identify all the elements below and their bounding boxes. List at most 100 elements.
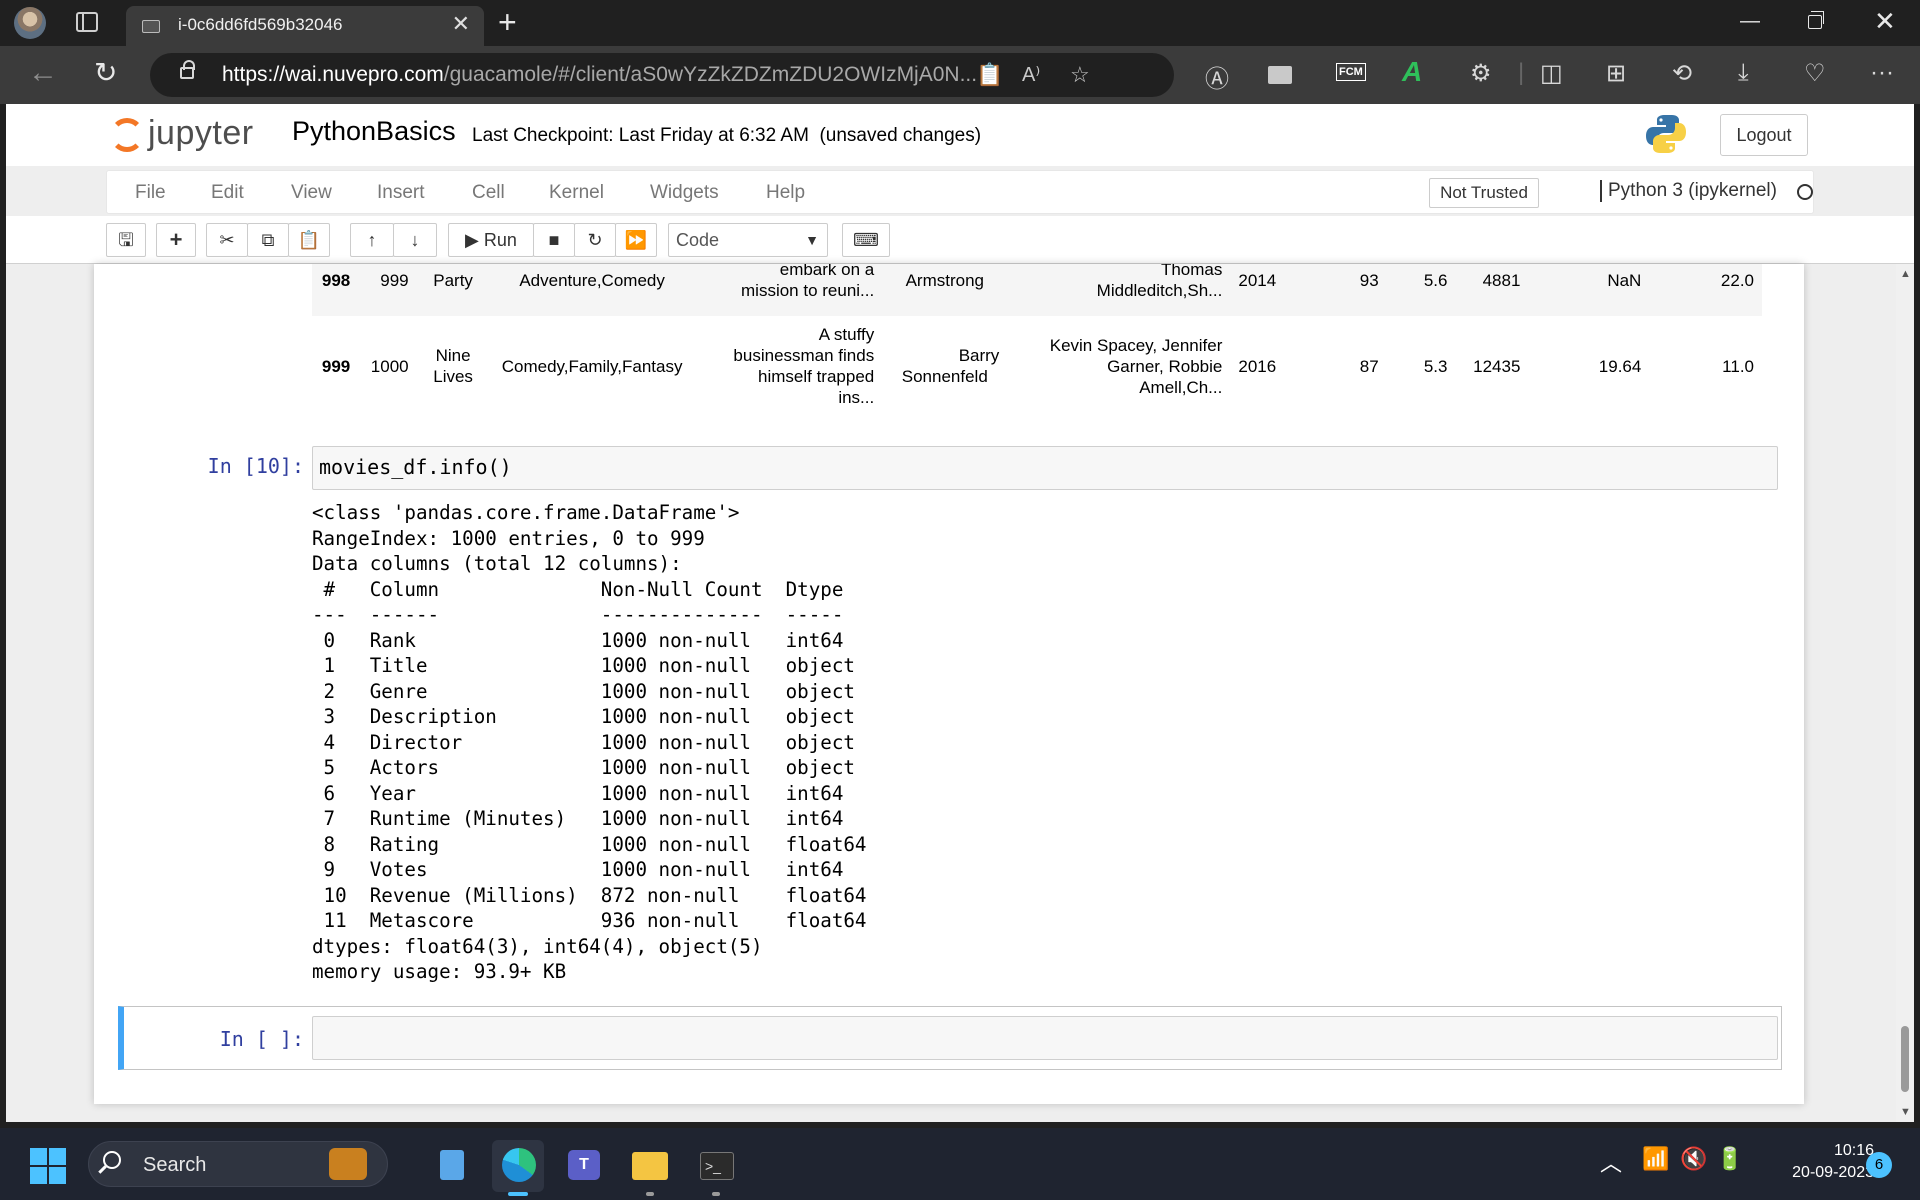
address-bar[interactable]: https://wai.nuvepro.com/guacamole/#/clie… <box>150 53 1174 97</box>
read-aloud-icon[interactable]: A⁾ <box>1022 62 1040 87</box>
description-line: A stuffy <box>818 325 875 344</box>
url-text[interactable]: https://wai.nuvepro.com/guacamole/#/clie… <box>222 63 977 87</box>
running-indicator <box>712 1192 720 1196</box>
scroll-down-icon[interactable]: ▼ <box>1900 1106 1911 1118</box>
interrupt-icon[interactable]: ■ <box>533 223 575 257</box>
restore-icon[interactable] <box>1808 11 1824 29</box>
browser-tabbar: i-0c6dd6fd569b32046 ✕ + — ✕ <box>0 0 1920 46</box>
download-icon[interactable]: ⤓ <box>1738 59 1749 87</box>
profile-avatar[interactable] <box>14 7 46 39</box>
menu-widgets[interactable]: Widgets <box>650 182 719 204</box>
windows-start-icon[interactable] <box>30 1148 66 1184</box>
notepad-app-icon[interactable] <box>426 1140 478 1192</box>
refresh-icon[interactable]: ↻ <box>94 56 117 89</box>
scrollbar-thumb[interactable] <box>1901 1026 1909 1092</box>
show-hidden-icons-chevron-icon[interactable]: ︿ <box>1600 1146 1622 1178</box>
tab-close-icon[interactable]: ✕ <box>452 11 470 37</box>
code-input[interactable]: movies_df.info() <box>312 446 1778 490</box>
minimize-icon[interactable]: — <box>1740 10 1760 33</box>
search-icon <box>103 1151 121 1169</box>
cell-description: A stuffy businessman finds himself trapp… <box>695 316 883 416</box>
menu-help[interactable]: Help <box>766 182 805 204</box>
new-tab-icon[interactable]: + <box>498 4 517 41</box>
paste-icon[interactable]: 📋 <box>288 223 330 257</box>
scroll-up-icon[interactable]: ▲ <box>1900 268 1911 280</box>
cell-genre: Adventure,Comedy <box>519 270 665 290</box>
play-icon: ▶ <box>465 230 479 250</box>
page-scrollbar[interactable]: ▲ ▼ <box>1896 264 1914 1122</box>
notification-count-badge[interactable]: 6 <box>1866 1152 1892 1178</box>
description-line: mission to reuni... <box>741 281 875 300</box>
move-down-icon[interactable]: ↓ <box>393 223 437 257</box>
trust-status-button[interactable]: Not Trusted <box>1429 178 1539 208</box>
battery-icon[interactable]: 🔋 <box>1716 1146 1743 1172</box>
code-text: movies_df.info() <box>319 455 512 479</box>
logout-button[interactable]: Logout <box>1720 114 1808 156</box>
jupyter-logo[interactable]: jupyter <box>110 112 280 156</box>
extension-fcm-icon[interactable]: FCM <box>1336 63 1366 81</box>
menu-cell[interactable]: Cell <box>472 182 505 204</box>
cell-runtime: 87 <box>1359 356 1379 376</box>
edge-app-icon[interactable] <box>492 1140 544 1196</box>
command-palette-keyboard-icon[interactable]: ⌨ <box>842 223 890 257</box>
empty-code-input[interactable] <box>312 1016 1778 1060</box>
history-icon[interactable]: ⟲ <box>1672 59 1692 88</box>
menu-edit[interactable]: Edit <box>211 182 244 204</box>
taskbar-search[interactable]: Search <box>88 1141 388 1187</box>
extension-green-a-icon[interactable]: A <box>1402 56 1422 88</box>
file-explorer-app-icon[interactable] <box>624 1140 676 1196</box>
favorite-star-icon[interactable]: ☆ <box>1070 62 1090 88</box>
split-screen-icon[interactable]: ◫ <box>1540 59 1563 88</box>
clipboard-icon[interactable]: 📋 <box>976 62 1003 88</box>
notebook-name[interactable]: PythonBasics <box>292 116 456 147</box>
window-close-icon[interactable]: ✕ <box>1874 6 1896 37</box>
run-button[interactable]: ▶ Run <box>448 223 534 257</box>
menu-view[interactable]: View <box>291 182 332 204</box>
cell-actors: Kevin Spacey, Jennifer Garner, Robbie Am… <box>1007 316 1230 416</box>
save-icon[interactable]: 🖫 <box>106 223 146 257</box>
kernel-idle-indicator-icon <box>1797 184 1813 200</box>
collections-icon[interactable]: ⊞ <box>1606 59 1626 88</box>
run-label: Run <box>483 230 517 250</box>
terminal-app-icon[interactable]: >_ <box>690 1140 742 1196</box>
menu-kernel[interactable]: Kernel <box>549 182 604 204</box>
more-menu-icon[interactable]: ··· <box>1870 59 1894 87</box>
web-page: jupyter PythonBasics Last Checkpoint: La… <box>6 104 1914 1122</box>
restart-icon[interactable]: ↻ <box>574 223 616 257</box>
back-icon[interactable]: ← <box>28 56 58 90</box>
move-up-icon[interactable]: ↑ <box>350 223 394 257</box>
extension-a-icon[interactable]: Ⓐ <box>1205 59 1229 94</box>
cell-actors: Thomas Middleditch,Sh... <box>1007 264 1230 316</box>
table-row: 999 1000 Nine Lives Comedy,Family,Fantas… <box>312 316 1762 416</box>
wifi-icon[interactable]: 📶 <box>1642 1146 1669 1172</box>
actors-line: Amell,Ch... <box>1139 377 1223 397</box>
insert-cell-icon[interactable]: + <box>156 223 196 257</box>
cell-rating: 5.6 <box>1423 270 1448 290</box>
cell-type-select[interactable]: Code ▼ <box>668 223 828 257</box>
cell-rank: 999 <box>380 270 409 290</box>
cell-year: 2016 <box>1238 356 1277 376</box>
url-path: /guacamole/#/client/aS0wYzZkZDZmZDU2OWIz… <box>443 63 978 86</box>
system-clock[interactable]: 10:16 20-09-2023 <box>1762 1140 1874 1184</box>
extension-card-icon[interactable] <box>1268 66 1292 84</box>
restart-run-all-icon[interactable]: ⏩ <box>615 223 657 257</box>
cell-title: Party <box>433 270 473 290</box>
teams-app-icon[interactable]: T <box>558 1140 610 1192</box>
actors-line: Kevin Spacey, Jennifer <box>1049 335 1223 355</box>
menu-insert[interactable]: Insert <box>377 182 425 204</box>
menu-file[interactable]: File <box>135 182 166 204</box>
cut-icon[interactable]: ✂ <box>206 223 248 257</box>
cell-rating: 5.3 <box>1423 356 1448 376</box>
lock-icon[interactable] <box>180 60 195 79</box>
browser-tab[interactable]: i-0c6dd6fd569b32046 ✕ <box>126 6 484 46</box>
browser-essentials-icon[interactable]: ♡ <box>1804 59 1826 88</box>
copy-icon[interactable]: ⧉ <box>247 223 289 257</box>
url-host: https://wai.nuvepro.com <box>222 63 444 86</box>
tab-actions-icon[interactable] <box>76 12 98 32</box>
cell-votes: 4881 <box>1482 270 1521 290</box>
speaker-muted-icon[interactable]: 🔇 <box>1680 1146 1707 1172</box>
cell-genre: Comedy,Family,Fantasy <box>501 356 683 376</box>
extensions-puzzle-icon[interactable]: ⚙ <box>1470 59 1492 88</box>
kernel-name[interactable]: Python 3 (ipykernel) <box>1600 180 1777 202</box>
table-row: 998 999 Party Adventure,Comedy embark on… <box>312 264 1762 316</box>
